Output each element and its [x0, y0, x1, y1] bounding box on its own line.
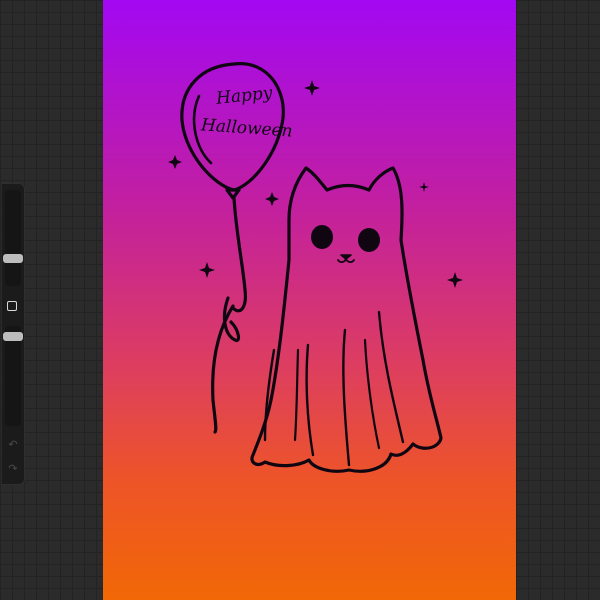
undo-icon[interactable]: ↶: [6, 438, 20, 452]
redo-icon[interactable]: ↷: [6, 462, 20, 476]
ghost-cat-artwork: Happy Halloween: [168, 62, 463, 473]
sparkles: [168, 80, 463, 288]
sidebar: ↶ ↷: [2, 183, 25, 485]
drawing-canvas[interactable]: Happy Halloween: [103, 0, 516, 600]
opacity-thumb[interactable]: [3, 332, 23, 341]
brush-size-slider[interactable]: [3, 190, 23, 286]
brush-size-thumb[interactable]: [3, 254, 23, 263]
balloon-text-line2: Halloween: [199, 115, 293, 141]
ghost-cat-drawing: [250, 166, 443, 473]
opacity-slider[interactable]: [3, 326, 23, 426]
modify-button[interactable]: [7, 301, 17, 311]
balloon-text-line1: Happy: [214, 83, 273, 109]
